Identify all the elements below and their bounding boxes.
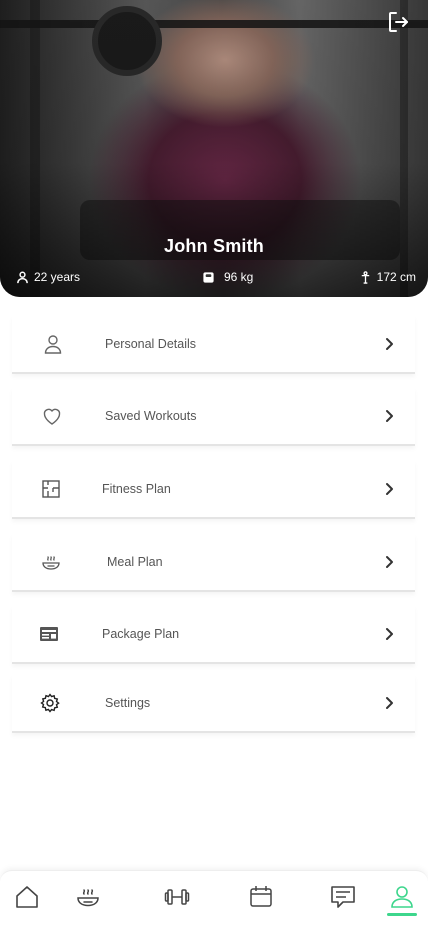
menu-personal-details[interactable]: Personal Details [12, 316, 415, 374]
scale-icon [203, 271, 214, 283]
chevron-right-icon [386, 697, 393, 709]
nav-meals[interactable] [74, 883, 102, 911]
weight-stat: 96 kg [202, 270, 253, 284]
menu-label: Fitness Plan [102, 482, 171, 496]
chat-icon [331, 886, 355, 908]
menu-meal-plan[interactable]: Meal Plan [12, 534, 415, 592]
nav-home[interactable] [13, 883, 41, 911]
floor-plan-icon [42, 480, 60, 498]
chevron-right-icon [386, 410, 393, 422]
menu-package-plan[interactable]: Package Plan [12, 606, 415, 664]
chevron-right-icon [386, 483, 393, 495]
active-tab-indicator [387, 913, 417, 916]
menu-label: Meal Plan [107, 555, 163, 569]
home-icon [16, 886, 38, 908]
gear-icon [40, 693, 60, 713]
profile-header: John Smith 22 years 96 kg 172 cm [0, 0, 428, 297]
user-icon [44, 335, 62, 354]
profile-name: John Smith [164, 236, 264, 256]
menu-label: Package Plan [102, 627, 180, 641]
height-stat: 172 cm [359, 270, 416, 284]
nav-workouts[interactable] [163, 883, 191, 911]
profile-icon [391, 886, 413, 908]
dumbbell-icon [164, 889, 190, 905]
package-list-icon [40, 627, 58, 641]
height-icon [361, 270, 369, 284]
height-value: 172 cm [376, 270, 416, 284]
user-icon [17, 271, 28, 283]
menu-label: Saved Workouts [105, 409, 197, 423]
chevron-right-icon [386, 556, 393, 568]
age-value: 22 years [34, 270, 81, 284]
nav-profile[interactable] [388, 883, 416, 911]
chevron-right-icon [386, 338, 393, 350]
age-stat: 22 years [16, 270, 80, 284]
logout-icon[interactable] [386, 10, 410, 34]
bowl-icon [42, 556, 60, 570]
menu-label: Personal Details [105, 337, 197, 351]
bottom-nav [0, 870, 428, 926]
menu-settings[interactable]: Settings [12, 675, 415, 733]
bowl-icon [77, 889, 99, 907]
weight-value: 96 kg [224, 270, 254, 284]
menu-fitness-plan[interactable]: Fitness Plan [12, 461, 415, 519]
chevron-right-icon [386, 628, 393, 640]
nav-chat[interactable] [329, 883, 357, 911]
menu-saved-workouts[interactable]: Saved Workouts [12, 388, 415, 446]
heart-icon [43, 408, 61, 425]
menu-label: Settings [105, 696, 151, 710]
nav-calendar[interactable] [247, 883, 275, 911]
calendar-icon [250, 886, 272, 907]
